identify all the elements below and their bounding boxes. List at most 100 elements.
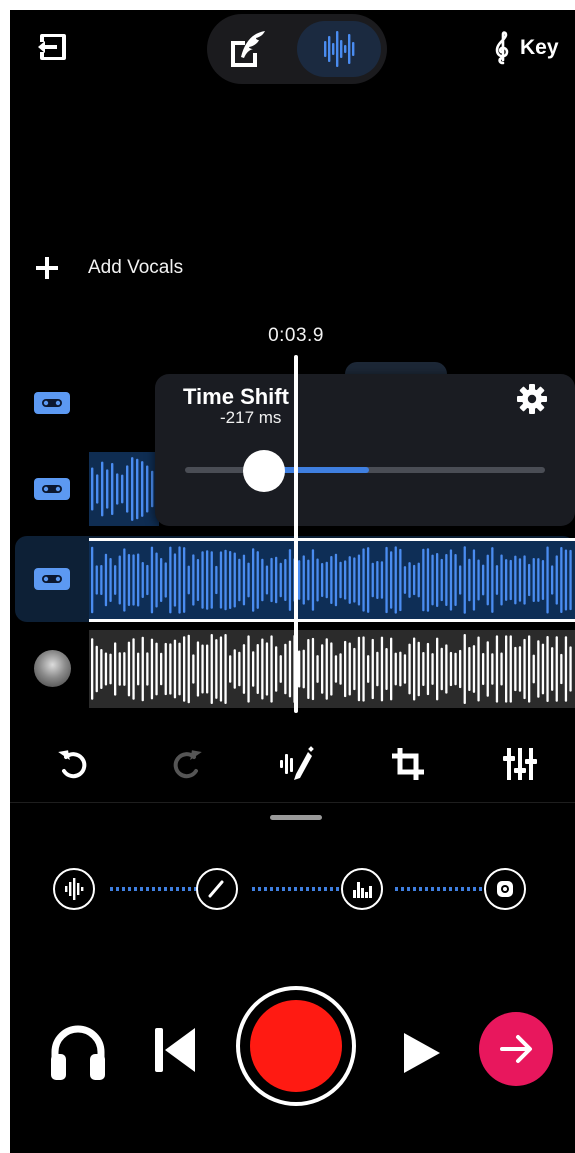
beat-waveform-bars — [91, 633, 572, 705]
track-2-button[interactable] — [34, 476, 70, 502]
beat-track-avatar[interactable] — [34, 650, 71, 687]
equalizer-icon — [353, 882, 372, 898]
waveform-bar — [192, 554, 195, 606]
time-shift-value: -217 ms — [220, 408, 282, 427]
waveform-bar — [380, 561, 384, 599]
waveform-bar — [532, 654, 535, 684]
waveform-bar — [146, 652, 149, 686]
waveform-bar — [183, 636, 186, 702]
waveform-bar — [385, 546, 388, 614]
waveform-bar — [445, 644, 448, 694]
app-screen: Key Add Vocals 0:03.9 Time Shift -217 ms — [10, 10, 575, 1153]
track-2-waveform[interactable] — [89, 452, 159, 526]
time-shift-slider[interactable] — [185, 467, 545, 473]
waveform-bar — [164, 562, 167, 598]
exit-button[interactable] — [36, 30, 70, 64]
track-3-waveform[interactable] — [89, 538, 575, 622]
waveform-bar — [270, 635, 273, 703]
headphones-icon — [51, 1025, 105, 1080]
waveform-bar — [95, 645, 98, 693]
waveform-bar — [173, 553, 177, 607]
waveform-bar — [224, 634, 227, 704]
waveform-bar — [95, 565, 98, 595]
waveform-bar — [546, 636, 549, 702]
waveform-bar — [426, 642, 430, 696]
track-3-button[interactable] — [34, 566, 70, 592]
waveform-bar — [505, 559, 508, 601]
add-vocals-button[interactable]: Add Vocals — [34, 250, 234, 286]
waveform-bar — [514, 646, 517, 692]
playhead-line[interactable] — [294, 355, 298, 713]
waveform-bar — [362, 548, 365, 612]
waveform-bar — [101, 461, 104, 517]
play-button[interactable] — [400, 1025, 446, 1081]
treble-clef-icon — [495, 31, 509, 65]
waveform-bar — [100, 649, 103, 689]
time-shift-slider-thumb[interactable] — [242, 450, 285, 492]
waveform-bar — [288, 549, 292, 611]
waveform-bar — [528, 563, 531, 597]
waveform-bar — [123, 548, 126, 612]
audio-mode-button[interactable] — [297, 21, 381, 77]
waveform-bar — [279, 562, 282, 598]
waveform-bar — [408, 643, 411, 695]
fx-slash-button[interactable] — [196, 868, 238, 910]
fx-equalizer-button[interactable] — [341, 868, 383, 910]
fx-waveform-button[interactable] — [53, 868, 95, 910]
fx-reverb-button[interactable] — [484, 868, 526, 910]
drag-handle[interactable] — [270, 815, 322, 820]
lyrics-mode-button[interactable] — [225, 27, 271, 71]
waveform-bar — [344, 640, 347, 698]
waveform-bar — [132, 554, 135, 606]
waveform-bar — [137, 553, 140, 607]
waveform-bar — [206, 550, 209, 610]
waveform-bar — [440, 647, 443, 691]
waveform-bar — [468, 558, 471, 602]
waveform-bar — [141, 461, 144, 517]
waveform-bar — [196, 558, 200, 602]
beat-track-waveform[interactable] — [89, 630, 575, 708]
quill-edit-icon — [231, 31, 265, 67]
waveform-bar — [321, 562, 324, 598]
exit-icon — [38, 34, 66, 60]
waveform-bar — [284, 559, 287, 601]
waveform-bar — [477, 559, 480, 601]
key-button[interactable]: Key — [492, 30, 572, 66]
next-step-button[interactable] — [479, 1012, 553, 1086]
waveform-bar — [298, 560, 301, 600]
waveform-bar — [463, 546, 466, 614]
waveform-bar — [96, 474, 99, 504]
skip-previous-button[interactable] — [153, 1022, 199, 1078]
waveform-bar — [560, 547, 563, 613]
waveform-bar — [509, 635, 512, 703]
magic-edit-icon — [280, 746, 314, 780]
waveform-bar — [463, 633, 466, 705]
waveform-bar — [541, 643, 545, 695]
waveform-bar — [229, 550, 232, 610]
crop-button[interactable] — [388, 744, 428, 784]
waveform-bar — [491, 653, 494, 685]
waveform-bar — [514, 555, 517, 605]
waveform-bar — [357, 636, 361, 702]
waveform-bar — [146, 465, 149, 513]
monitor-button[interactable] — [47, 1020, 109, 1082]
waveform-bar — [339, 561, 342, 599]
magic-edit-button[interactable] — [276, 744, 316, 784]
mixer-button[interactable] — [500, 744, 540, 784]
waveform-bar — [178, 642, 181, 696]
undo-button[interactable] — [54, 744, 94, 784]
waveform-bar — [472, 645, 476, 693]
waveform-bar — [334, 655, 338, 683]
waveform-bar — [353, 557, 356, 603]
waveform-bar — [114, 642, 117, 696]
time-shift-settings-button[interactable] — [515, 382, 549, 416]
waveform-bar — [178, 546, 181, 614]
redo-button[interactable] — [166, 744, 206, 784]
waveform-bar — [169, 643, 172, 695]
waveform-bar — [348, 556, 351, 604]
waveform-bar — [403, 654, 407, 684]
track-1-button[interactable] — [34, 390, 70, 416]
waveform-bar — [394, 652, 397, 686]
record-button[interactable] — [236, 986, 356, 1106]
waveform-bar — [242, 554, 246, 606]
